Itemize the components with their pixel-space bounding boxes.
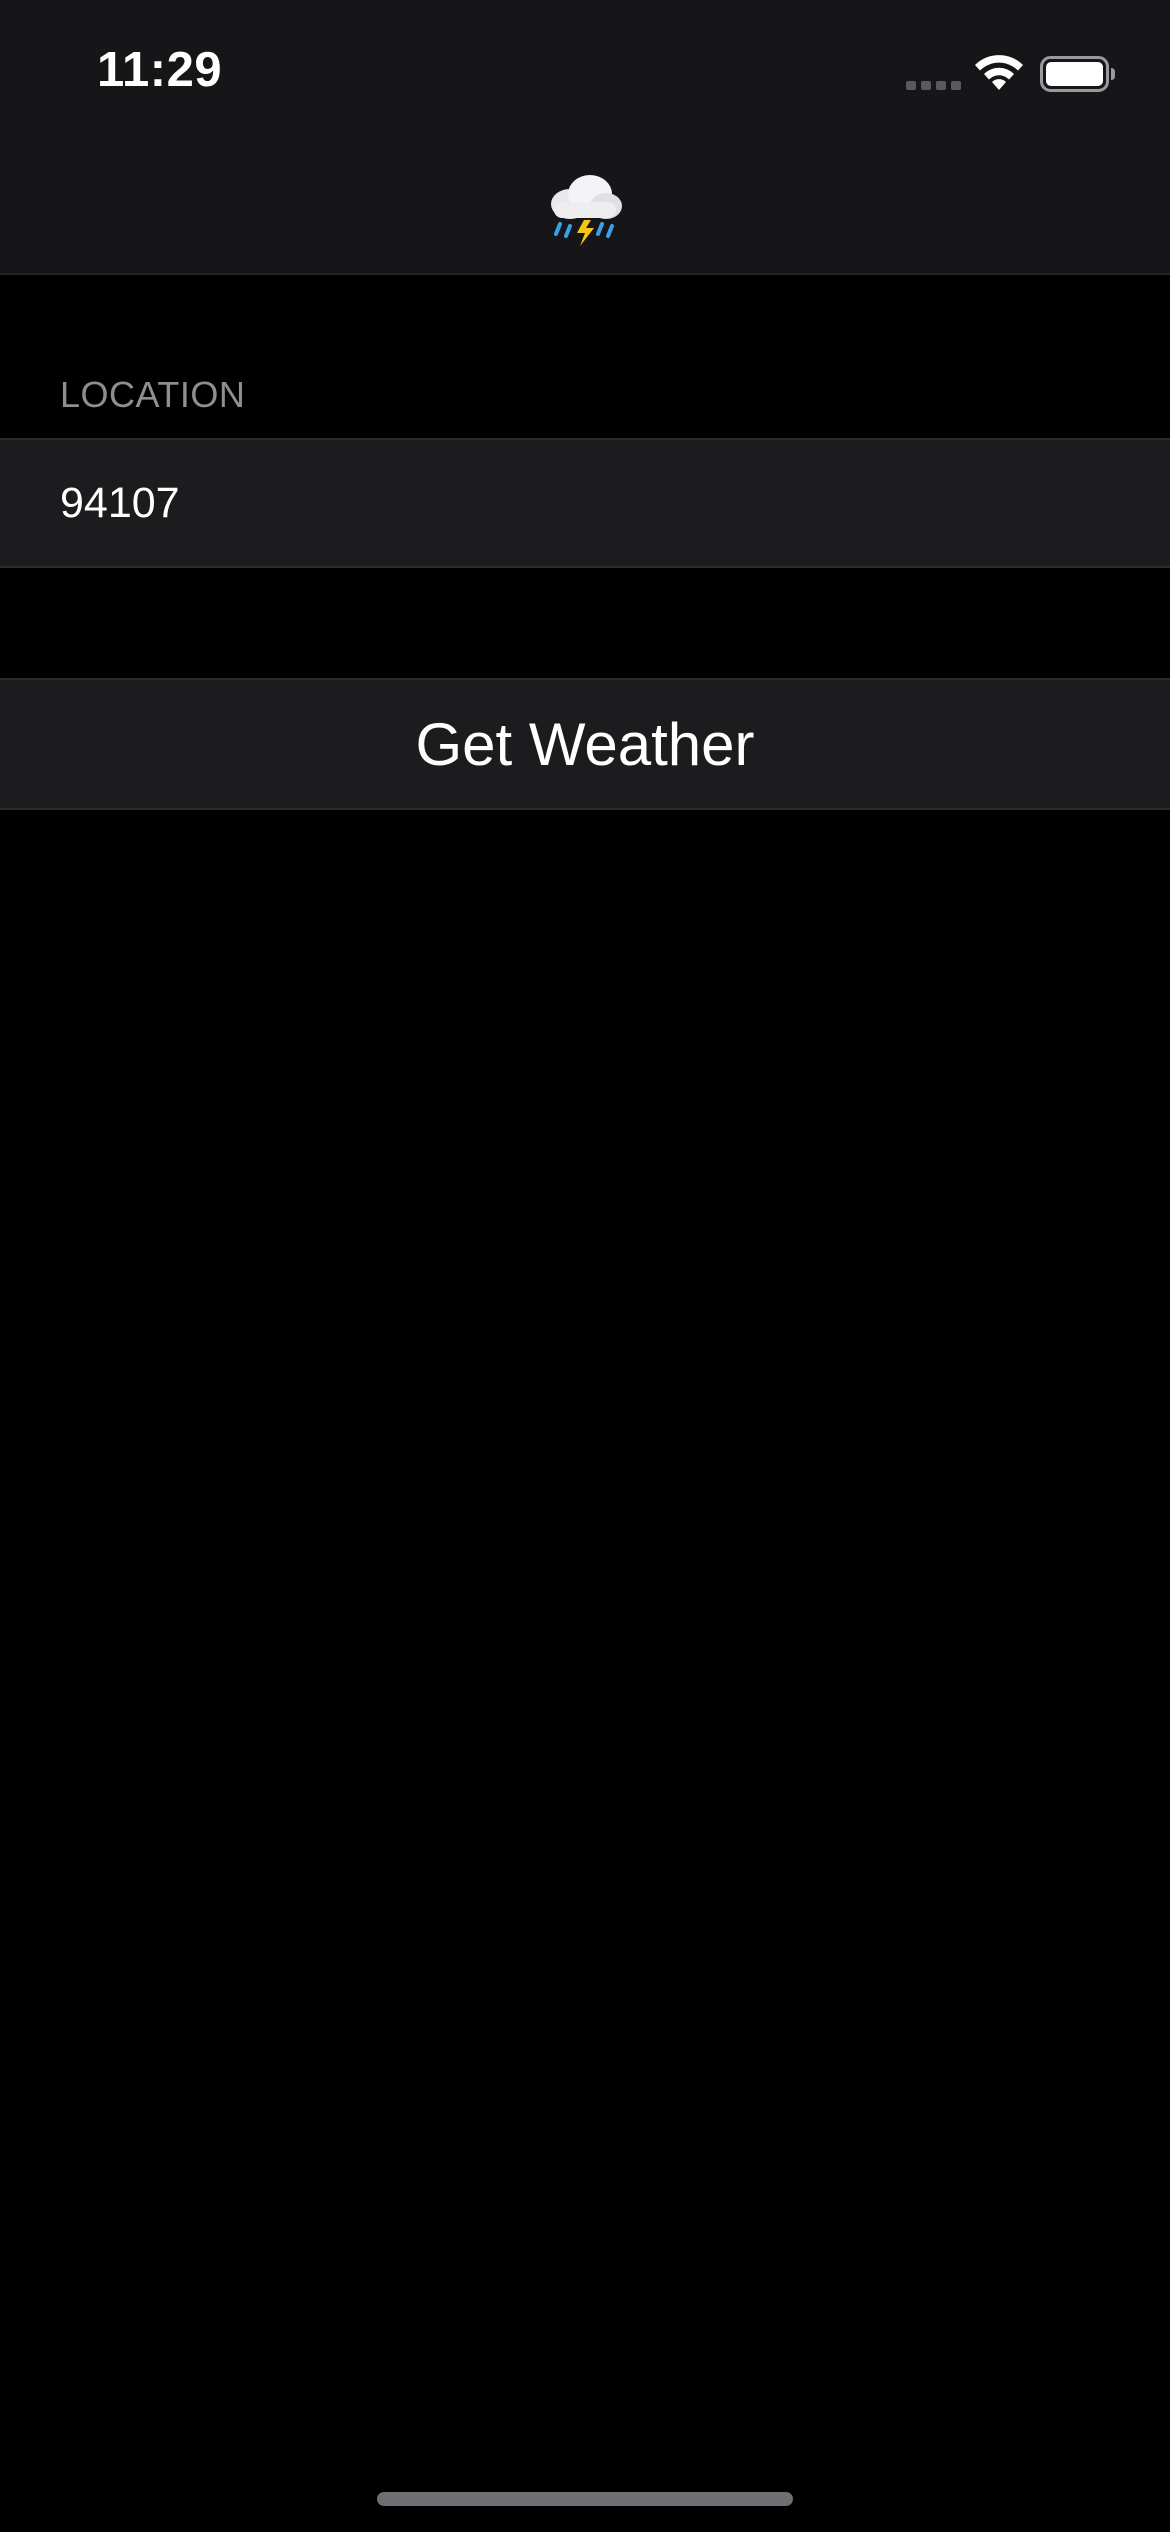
- navigation-bar: 11:29: [0, 0, 1170, 275]
- cloud-rain-lightning-icon: [551, 175, 622, 246]
- wifi-icon: [975, 55, 1023, 90]
- cellular-signal-icon: [906, 81, 961, 90]
- battery-icon: [1040, 56, 1115, 92]
- home-indicator[interactable]: [377, 2492, 793, 2506]
- location-section-header: LOCATION: [60, 374, 246, 415]
- location-cell[interactable]: [0, 438, 1170, 568]
- status-bar-time: 11:29: [97, 43, 223, 97]
- get-weather-button[interactable]: Get Weather: [0, 678, 1170, 810]
- location-input[interactable]: [60, 440, 1110, 566]
